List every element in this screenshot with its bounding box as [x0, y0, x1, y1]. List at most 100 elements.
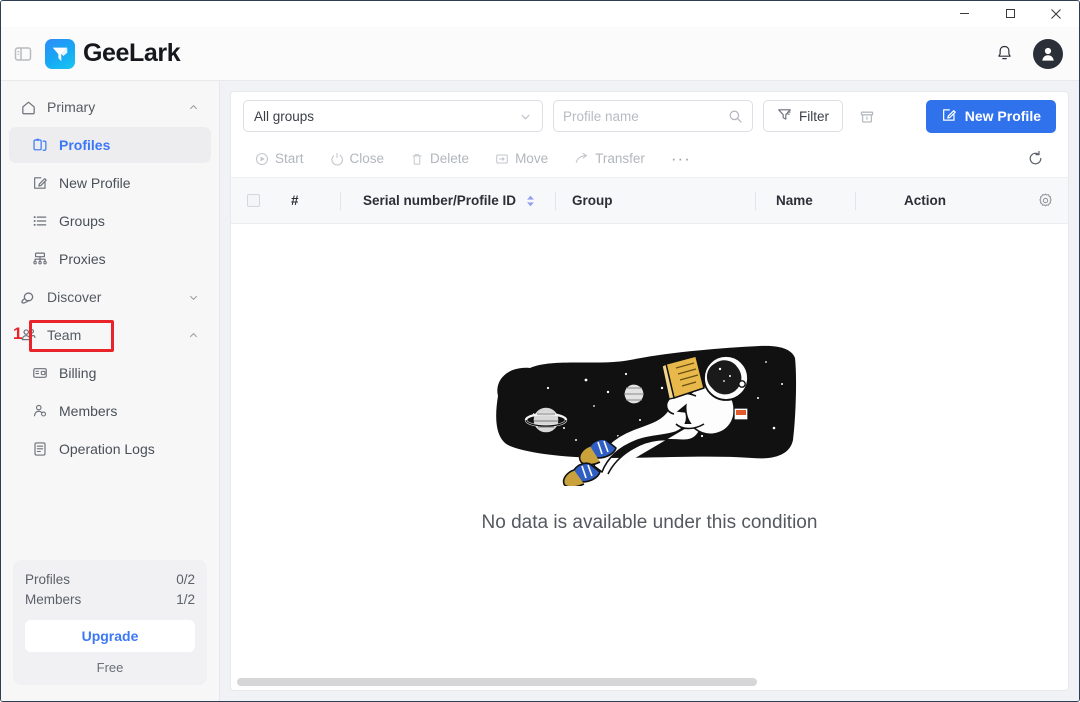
app-header: GeeLark: [1, 27, 1079, 81]
column-label: Serial number/Profile ID: [363, 193, 516, 208]
sidebar-item-profiles[interactable]: Profiles: [9, 127, 211, 163]
plan-members-value: 1/2: [176, 590, 195, 610]
sidebar-item-proxies[interactable]: Proxies: [9, 241, 211, 277]
action-start[interactable]: Start: [255, 151, 304, 166]
trash-icon: [858, 107, 876, 125]
astronaut-illustration: [490, 336, 810, 486]
column-header-serial[interactable]: Serial number/Profile ID: [341, 178, 556, 223]
user-icon: [1038, 44, 1058, 64]
filter-button[interactable]: Filter: [763, 100, 843, 132]
sidebar-toggle-button[interactable]: [11, 42, 35, 66]
close-icon: [1050, 8, 1062, 20]
column-label: Name: [776, 193, 813, 208]
column-label: #: [291, 193, 299, 208]
scrollbar-thumb[interactable]: [237, 678, 757, 686]
bulk-actions-toolbar: Start Close Delete: [231, 140, 1068, 178]
action-more[interactable]: ···: [671, 149, 691, 169]
action-delete[interactable]: Delete: [410, 151, 469, 166]
chevron-down-icon: [519, 110, 532, 123]
billing-icon: [31, 364, 49, 382]
gear-icon[interactable]: [1037, 192, 1054, 209]
action-label: Move: [515, 151, 548, 166]
sidebar-item-label: Groups: [59, 213, 105, 229]
transfer-arrow-icon: [574, 151, 589, 166]
table-header: # Serial number/Profile ID Group Name: [231, 178, 1068, 224]
title-bar: [1, 1, 1079, 27]
app-window: GeeLark: [0, 0, 1080, 702]
plan-profiles-value: 0/2: [176, 570, 195, 590]
app-body: Primary Profiles: [1, 81, 1079, 701]
search-input[interactable]: [563, 109, 728, 124]
sidebar-item-billing[interactable]: Billing: [9, 355, 211, 391]
action-move[interactable]: Move: [495, 151, 548, 166]
column-header-name: Name: [756, 178, 856, 223]
filter-icon: [777, 107, 792, 125]
new-profile-icon: [941, 107, 957, 126]
sidebar-group-label: Primary: [47, 99, 95, 115]
sidebar-item-groups[interactable]: Groups: [9, 203, 211, 239]
sidebar-item-label: Billing: [59, 365, 96, 381]
main-content: All groups: [220, 81, 1079, 701]
sidebar-group-discover[interactable]: Discover: [9, 279, 211, 315]
plan-profiles-row: Profiles 0/2: [25, 570, 195, 590]
brand-logo[interactable]: GeeLark: [45, 39, 180, 69]
play-circle-icon: [255, 152, 269, 166]
operation-logs-icon: [31, 440, 49, 458]
plan-summary-card: Profiles 0/2 Members 1/2 Upgrade Free: [13, 560, 207, 685]
action-label: Close: [350, 151, 385, 166]
select-all-checkbox-cell[interactable]: [231, 178, 275, 223]
bird-mark-icon: [50, 44, 70, 64]
action-label: Start: [275, 151, 304, 166]
user-avatar[interactable]: [1033, 39, 1063, 69]
chevron-up-icon: [188, 102, 199, 113]
column-header-number: #: [275, 178, 341, 223]
sidebar-group-label: Discover: [47, 289, 101, 305]
select-all-checkbox[interactable]: [247, 194, 260, 207]
sidebar-item-label: Members: [59, 403, 117, 419]
brand-name: GeeLark: [83, 39, 180, 68]
sidebar-group-label: Team: [47, 327, 81, 343]
profiles-icon: [31, 136, 49, 154]
sidebar: Primary Profiles: [1, 81, 220, 701]
action-label: Transfer: [595, 151, 645, 166]
notifications-button[interactable]: [989, 39, 1019, 69]
plan-members-row: Members 1/2: [25, 590, 195, 610]
profile-search[interactable]: [553, 100, 753, 132]
filters-toolbar: All groups: [231, 92, 1068, 140]
upgrade-button[interactable]: Upgrade: [25, 620, 195, 652]
empty-state-message: No data is available under this conditio…: [482, 512, 818, 534]
home-icon: [19, 98, 37, 116]
proxies-icon: [31, 250, 49, 268]
sidebar-item-label: Operation Logs: [59, 441, 155, 457]
filter-label: Filter: [799, 109, 829, 124]
sort-toggle-icon[interactable]: [526, 195, 535, 207]
sidebar-group-team[interactable]: Team: [9, 317, 211, 353]
empty-state: No data is available under this conditio…: [231, 224, 1068, 676]
panel-toggle-icon: [14, 45, 32, 63]
column-header-group: Group: [556, 178, 756, 223]
sidebar-item-new-profile[interactable]: New Profile: [9, 165, 211, 201]
members-icon: [31, 402, 49, 420]
window-minimize-button[interactable]: [941, 1, 987, 26]
recycle-bin-button[interactable]: [853, 102, 881, 130]
group-select[interactable]: All groups: [243, 100, 543, 132]
groups-icon: [31, 212, 49, 230]
window-close-button[interactable]: [1033, 1, 1079, 26]
horizontal-scrollbar[interactable]: [231, 676, 1068, 690]
search-icon: [728, 109, 743, 124]
action-close[interactable]: Close: [330, 151, 385, 166]
new-profile-button[interactable]: New Profile: [926, 100, 1056, 133]
action-transfer[interactable]: Transfer: [574, 151, 645, 166]
group-select-value: All groups: [254, 109, 314, 124]
maximize-icon: [1005, 8, 1016, 19]
sidebar-item-members[interactable]: Members: [9, 393, 211, 429]
sidebar-item-operation-logs[interactable]: Operation Logs: [9, 431, 211, 467]
window-maximize-button[interactable]: [987, 1, 1033, 26]
annotation-step-number: 1: [13, 324, 22, 344]
new-profile-icon: [31, 174, 49, 192]
refresh-button[interactable]: [1027, 150, 1044, 167]
move-icon: [495, 152, 509, 166]
refresh-icon: [1027, 150, 1044, 167]
sidebar-item-label: Proxies: [59, 251, 106, 267]
sidebar-group-primary[interactable]: Primary: [9, 89, 211, 125]
